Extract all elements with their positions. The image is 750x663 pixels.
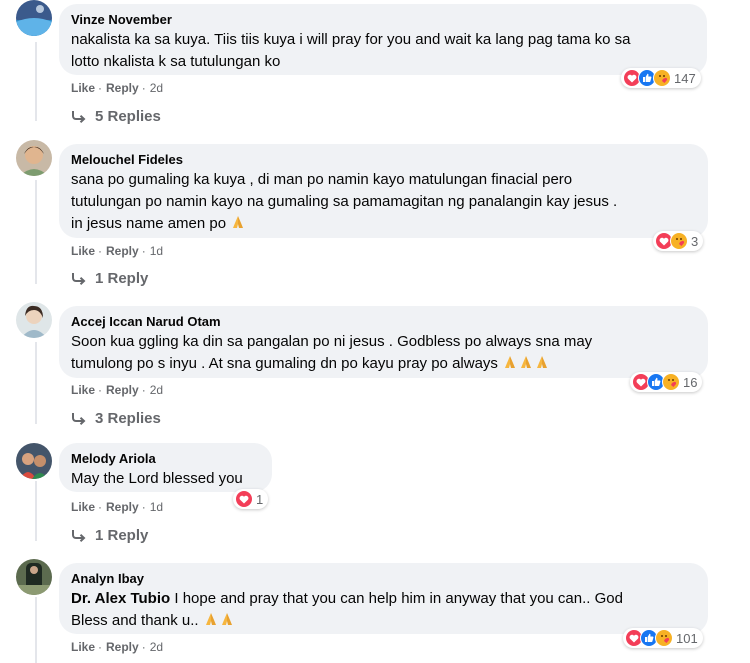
thread-line	[35, 597, 37, 663]
separator-dot: ·	[98, 244, 103, 258]
reaction-count: 1	[256, 491, 264, 507]
comment-text-line: tutulungan po namin kayo na gumaling sa …	[71, 193, 618, 210]
reaction-summary[interactable]: 101	[623, 628, 703, 648]
comment-timestamp[interactable]: 2d	[150, 81, 163, 95]
like-link[interactable]: Like	[71, 244, 95, 258]
comment-text-line: lotto nkalista k sa tutulungan ko	[71, 53, 281, 70]
mention-link[interactable]: Dr. Alex Tubio	[71, 590, 170, 607]
folded-hands-emoji	[537, 356, 548, 368]
view-replies-link[interactable]: 1 Reply	[71, 269, 148, 289]
view-replies-link[interactable]: 5 Replies	[71, 107, 161, 127]
folded-hands-emoji	[205, 613, 216, 625]
comment-author[interactable]: Accej Iccan Narud Otam	[71, 314, 696, 330]
comment-text-line: nakalista ka sa kuya. Tiis tiis kuya i w…	[71, 31, 631, 48]
comment-bubble: Accej Iccan Narud Otam Soon kua ggling k…	[59, 306, 708, 378]
comment-author[interactable]: Melody Ariola	[71, 451, 260, 467]
comment-text-line: May the Lord blessed you	[71, 470, 243, 487]
comment-timestamp[interactable]: 1d	[150, 500, 163, 514]
avatar[interactable]	[16, 140, 52, 176]
like-link[interactable]: Like	[71, 383, 95, 397]
separator-dot: ·	[141, 640, 146, 654]
comment-timestamp[interactable]: 1d	[150, 244, 163, 258]
reaction-summary[interactable]: 3	[653, 231, 704, 251]
thread-line	[35, 481, 37, 541]
replies-count-label: 1 Reply	[95, 527, 149, 544]
reaction-summary[interactable]: 1	[233, 489, 269, 509]
folded-hands-emoji	[505, 356, 516, 368]
thread-line	[35, 342, 37, 424]
comment-text: nakalista ka sa kuya. Tiis tiis kuya i w…	[71, 29, 695, 73]
reply-arrow-icon	[72, 413, 86, 425]
comment-author[interactable]: Melouchel Fideles	[71, 152, 696, 168]
reply-link[interactable]: Reply	[106, 640, 139, 654]
reaction-summary[interactable]: 16	[630, 372, 703, 392]
reply-arrow-icon	[72, 530, 86, 542]
reaction-count: 3	[691, 233, 699, 249]
avatar[interactable]	[16, 559, 52, 595]
care-reaction-icon	[670, 232, 688, 250]
care-reaction-icon	[653, 69, 671, 87]
like-link[interactable]: Like	[71, 640, 95, 654]
comment-text-line: Soon kua ggling ka din sa pangalan po ni…	[71, 333, 593, 350]
reply-link[interactable]: Reply	[106, 500, 139, 514]
comment-text: May the Lord blessed you	[71, 468, 260, 490]
view-replies-link[interactable]: 3 Replies	[71, 409, 161, 429]
love-reaction-icon	[235, 490, 253, 508]
comment-bubble: Analyn Ibay Dr. Alex Tubio I hope and pr…	[59, 563, 708, 634]
comment-text-line: I hope and pray that you can help him in…	[174, 590, 623, 607]
comment-text: sana po gumaling ka kuya , di man po nam…	[71, 169, 696, 235]
separator-dot: ·	[98, 500, 103, 514]
comment-timestamp[interactable]: 2d	[150, 640, 163, 654]
comment-text: Soon kua ggling ka din sa pangalan po ni…	[71, 331, 696, 375]
comment-actions: Like · Reply · 1d	[71, 243, 163, 259]
care-reaction-icon	[662, 373, 680, 391]
reaction-count: 16	[683, 374, 698, 390]
comment-actions: Like · Reply · 2d	[71, 80, 163, 96]
comment-author[interactable]: Vinze November	[71, 12, 695, 28]
reply-link[interactable]: Reply	[106, 81, 139, 95]
comment-actions: Like · Reply · 2d	[71, 382, 163, 398]
comment-text: Dr. Alex Tubio I hope and pray that you …	[71, 588, 696, 632]
separator-dot: ·	[141, 244, 146, 258]
replies-count-label: 5 Replies	[95, 108, 161, 125]
comment-text-line: sana po gumaling ka kuya , di man po nam…	[71, 171, 573, 188]
thread-line	[35, 180, 37, 284]
folded-hands-emoji	[233, 216, 244, 228]
avatar[interactable]	[16, 0, 52, 36]
separator-dot: ·	[141, 81, 146, 95]
thread-line	[35, 42, 37, 121]
like-link[interactable]: Like	[71, 81, 95, 95]
separator-dot: ·	[98, 383, 103, 397]
comment-text-line: in jesus name amen po	[71, 215, 227, 232]
care-reaction-icon	[655, 629, 673, 647]
comment-text-line: Bless and thank u..	[71, 612, 199, 629]
separator-dot: ·	[98, 640, 103, 654]
comment-bubble: Melody Ariola May the Lord blessed you	[59, 443, 272, 492]
reaction-count: 147	[674, 70, 696, 86]
comment-actions: Like · Reply · 2d	[71, 639, 163, 655]
reply-arrow-icon	[72, 273, 86, 285]
comment-text-line: tumulong po s inyu . At sna gumaling dn …	[71, 355, 498, 372]
folded-hands-emoji	[221, 613, 232, 625]
comment-bubble: Vinze November nakalista ka sa kuya. Tii…	[59, 4, 707, 75]
replies-count-label: 1 Reply	[95, 270, 149, 287]
reaction-summary[interactable]: 147	[621, 68, 701, 88]
avatar[interactable]	[16, 443, 52, 479]
reply-link[interactable]: Reply	[106, 383, 139, 397]
avatar[interactable]	[16, 302, 52, 338]
like-link[interactable]: Like	[71, 500, 95, 514]
view-replies-link[interactable]: 1 Reply	[71, 526, 148, 546]
folded-hands-emoji	[521, 356, 532, 368]
reply-arrow-icon	[72, 111, 86, 123]
comment-bubble: Melouchel Fideles sana po gumaling ka ku…	[59, 144, 708, 238]
separator-dot: ·	[98, 81, 103, 95]
replies-count-label: 3 Replies	[95, 410, 161, 427]
comment-author[interactable]: Analyn Ibay	[71, 571, 696, 587]
reply-link[interactable]: Reply	[106, 244, 139, 258]
separator-dot: ·	[141, 500, 146, 514]
separator-dot: ·	[141, 383, 146, 397]
reaction-count: 101	[676, 630, 698, 646]
comment-actions: Like · Reply · 1d	[71, 499, 163, 515]
comment-timestamp[interactable]: 2d	[150, 383, 163, 397]
